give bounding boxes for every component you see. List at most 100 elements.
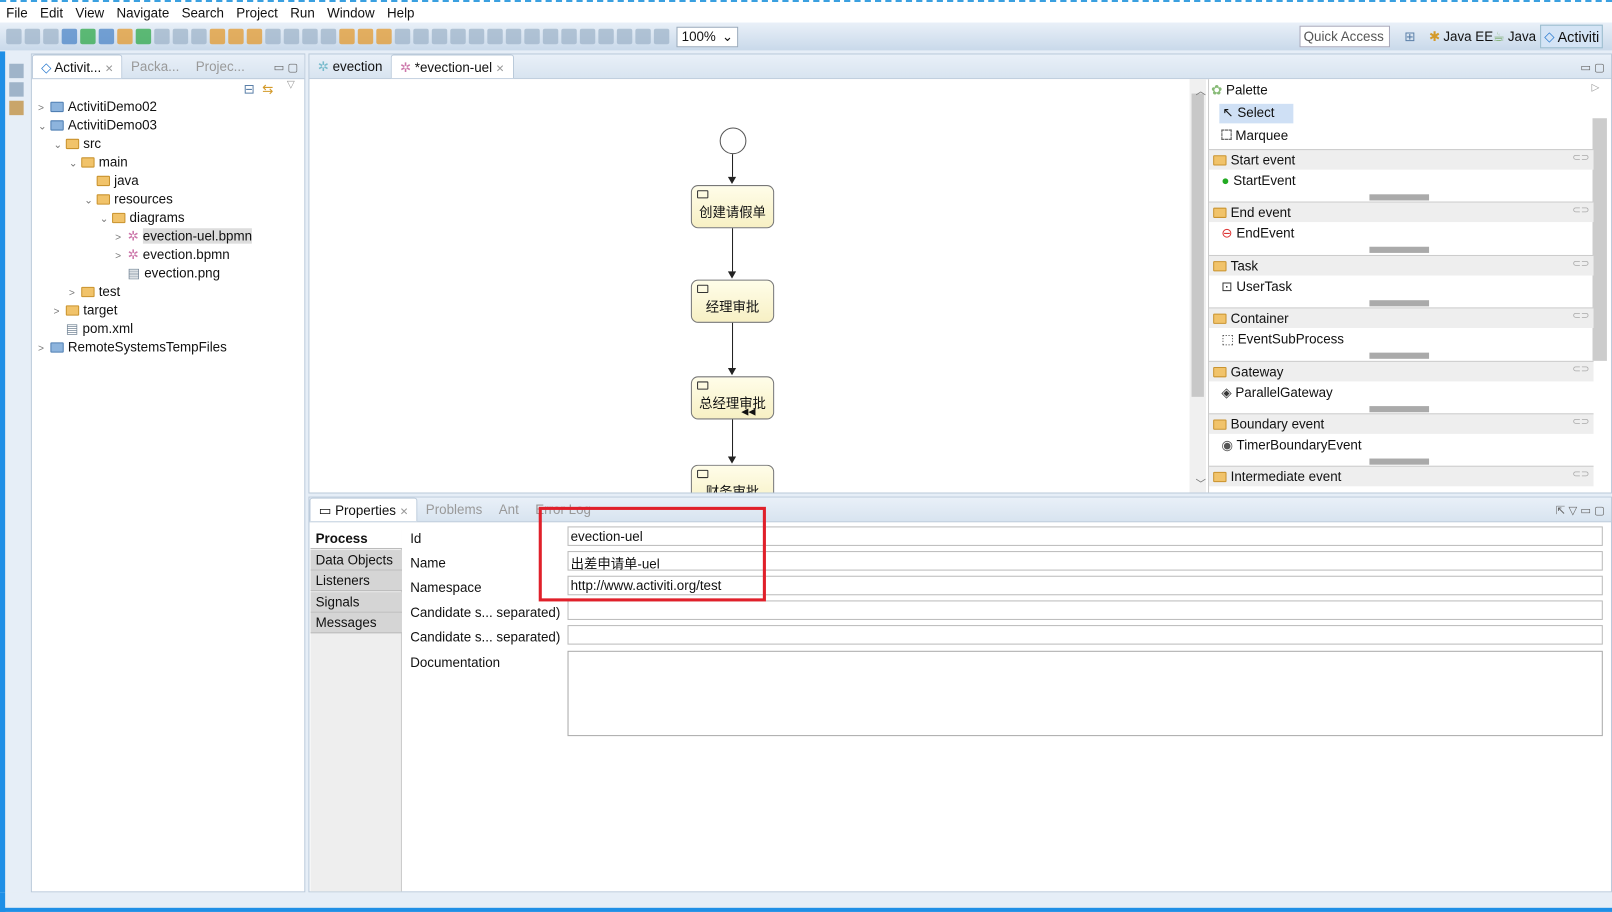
toolbar-button-icon[interactable]	[135, 28, 152, 45]
menu-search[interactable]: Search	[182, 5, 224, 20]
start-event[interactable]	[719, 127, 747, 155]
side-tab-signals[interactable]: Signals	[310, 592, 402, 613]
task-node[interactable]: 总经理审批 ◀◀	[690, 376, 775, 420]
toolbar-button-icon[interactable]	[43, 28, 59, 45]
expand-drawer-handle[interactable]	[1369, 299, 1430, 307]
pin-icon[interactable]: ⊂⊃	[1572, 152, 1589, 163]
expand-toggle-icon[interactable]: ⌄	[53, 137, 65, 156]
palette-tool-marquee[interactable]: Marquee	[1221, 127, 1288, 143]
menu-file[interactable]: File	[6, 5, 28, 20]
expand-toggle-icon[interactable]: ⌄	[38, 118, 50, 137]
palette-group[interactable]: Container ⊂⊃	[1209, 307, 1594, 329]
toolbar-button-icon[interactable]	[246, 28, 263, 45]
link-editor-icon[interactable]: ⇆	[262, 81, 273, 97]
palette-group[interactable]: Boundary event ⊂⊃	[1209, 413, 1594, 434]
field-input[interactable]	[567, 625, 1603, 645]
collapse-all-icon[interactable]: ⊟	[244, 81, 255, 97]
toolbar-button-icon[interactable]	[6, 28, 22, 45]
palette-item[interactable]: ◉ TimerBoundaryEvent	[1221, 437, 1361, 453]
menu-run[interactable]: Run	[290, 5, 315, 20]
tree-item[interactable]: > ✲ evection-uel.bpmn	[115, 227, 253, 246]
side-tab-listeners[interactable]: Listeners	[310, 570, 402, 592]
expand-toggle-icon[interactable]: ⌄	[100, 211, 112, 230]
toolbar-button-icon[interactable]	[117, 28, 133, 45]
scroll-up-icon[interactable]: ︿	[1196, 82, 1206, 97]
perspective-java[interactable]: ☕ Java	[1493, 25, 1536, 49]
tree-item[interactable]: > test	[69, 283, 120, 302]
minimize-maximize-icons[interactable]: ▭ ▢	[1574, 57, 1611, 79]
expand-drawer-handle[interactable]	[1369, 352, 1430, 359]
toolbar-button-icon[interactable]	[61, 28, 78, 45]
palette-item[interactable]: ● StartEvent	[1221, 173, 1295, 188]
close-icon[interactable]: ✕	[496, 64, 505, 75]
palette-item[interactable]: ⊡ UserTask	[1221, 278, 1292, 294]
tree-item[interactable]: > target	[53, 301, 117, 320]
tree-item[interactable]: ⌄ ActivitiDemo03	[38, 116, 157, 135]
toolbar-button-icon[interactable]	[154, 28, 170, 45]
toolbar-button-icon[interactable]	[616, 28, 633, 45]
palette-item[interactable]: ⊖ EndEvent	[1221, 226, 1294, 242]
palette-group[interactable]: Task ⊂⊃	[1209, 254, 1594, 276]
pin-icon[interactable]: ⊂⊃	[1572, 364, 1589, 375]
palette-group[interactable]: Gateway ⊂⊃	[1209, 360, 1594, 382]
field-input[interactable]	[567, 600, 1603, 620]
palette-tool-select[interactable]: ↖ Select	[1219, 103, 1294, 124]
perspective-activiti[interactable]: ◇ Activiti	[1540, 24, 1604, 49]
task-node[interactable]: 财务审批	[690, 464, 775, 493]
canvas-scrollbar[interactable]	[1189, 79, 1206, 493]
toolbar-button-icon[interactable]	[635, 28, 651, 45]
menu-navigate[interactable]: Navigate	[116, 5, 169, 20]
tree-item[interactable]: ⌄ main	[69, 153, 128, 172]
pin-icon[interactable]: ⊂⊃	[1572, 258, 1589, 269]
view-menu-icon[interactable]: ▽	[287, 79, 295, 90]
tree-item[interactable]: ⌄ src	[53, 135, 101, 154]
toolbar-button-icon[interactable]	[209, 28, 226, 45]
expand-drawer-handle[interactable]	[1369, 247, 1430, 254]
tab-activiti-explorer[interactable]: ◇ Activit... ✕	[31, 54, 123, 79]
pin-icon[interactable]: ⊂⊃	[1572, 469, 1589, 480]
side-tab-data-objects[interactable]: Data Objects	[310, 550, 402, 571]
tab-package-explorer[interactable]: Packa...	[123, 54, 188, 78]
toolbar-button-icon[interactable]	[228, 28, 244, 45]
documentation-textarea[interactable]	[567, 650, 1603, 737]
tree-item[interactable]: > ActivitiDemo02	[38, 98, 157, 117]
tree-item[interactable]: ⌄ resources	[84, 190, 172, 209]
close-icon[interactable]: ✕	[400, 507, 409, 518]
palette-group[interactable]: End event ⊂⊃	[1209, 201, 1594, 223]
toolbar-button-icon[interactable]	[357, 28, 374, 45]
pin-icon[interactable]: ⊂⊃	[1572, 416, 1589, 427]
pin-icon[interactable]: ⊂⊃	[1572, 205, 1589, 216]
toolbar-button-icon[interactable]	[413, 28, 429, 45]
menu-project[interactable]: Project	[236, 5, 278, 20]
expand-drawer-handle[interactable]	[1369, 405, 1430, 412]
side-tab-messages[interactable]: Messages	[310, 612, 402, 634]
toolbar-button-icon[interactable]	[265, 28, 281, 45]
toolbar-button-icon[interactable]	[376, 28, 392, 45]
toolbar-button-icon[interactable]	[172, 28, 189, 45]
menu-window[interactable]: Window	[327, 5, 375, 20]
tab-evection[interactable]: ✲ evection	[309, 54, 390, 78]
side-tab-process[interactable]: Process	[310, 528, 402, 550]
toolbar-button-icon[interactable]	[320, 28, 337, 45]
quick-access-input[interactable]: Quick Access	[1299, 25, 1390, 48]
toolbar-button-icon[interactable]	[339, 28, 355, 45]
tree-item[interactable]: > RemoteSystemsTempFiles	[38, 338, 227, 357]
close-icon[interactable]: ✕	[105, 64, 114, 75]
palette-group[interactable]: Start event ⊂⊃	[1209, 149, 1594, 170]
package-icon[interactable]	[9, 100, 24, 116]
perspective-java-ee[interactable]: ✱ Java EE	[1429, 25, 1493, 49]
toolbar-button-icon[interactable]	[283, 28, 300, 45]
palette-item[interactable]: ⬚ EventSubProcess	[1221, 331, 1344, 347]
toolbar-button-icon[interactable]	[505, 28, 522, 45]
tab-problems[interactable]: Problems	[418, 498, 491, 522]
task-node[interactable]: 创建请假单	[690, 185, 775, 229]
menu-help[interactable]: Help	[387, 5, 415, 20]
toolbar-button-icon[interactable]	[394, 28, 411, 45]
menu-view[interactable]: View	[75, 5, 104, 20]
expand-toggle-icon[interactable]: ⌄	[69, 155, 81, 174]
tab-ant[interactable]: Ant	[491, 498, 528, 522]
toolbar-button-icon[interactable]	[653, 28, 670, 45]
toolbar-button-icon[interactable]	[579, 28, 596, 45]
toolbar-button-icon[interactable]	[80, 28, 96, 45]
expand-toggle-icon[interactable]: >	[38, 340, 50, 359]
